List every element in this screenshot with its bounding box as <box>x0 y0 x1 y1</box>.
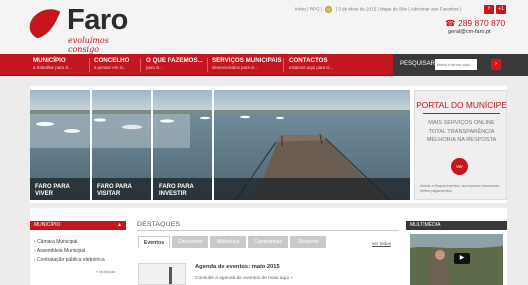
tile-faro-investir[interactable]: FARO PARA INVESTIR <box>159 184 194 198</box>
link-contratacao-publica[interactable]: Contratação pública eletrónica <box>34 257 105 263</box>
portal-benefits: MAIS SERVIÇOS ONLINE TOTAL TRANSPARÊNCIA… <box>426 120 497 143</box>
faro-logo[interactable]: Faro evoluímos consigo <box>26 4 136 54</box>
facebook-icon[interactable]: f <box>484 5 494 14</box>
destaques-divider <box>137 230 399 231</box>
portal-divider <box>423 113 500 114</box>
tile-divider <box>90 90 92 200</box>
site-header: Faro evoluímos consigo Início | RPG | | … <box>0 0 528 54</box>
phone-icon: ☎ <box>445 18 456 28</box>
toplinks-right[interactable]: | 3 de Maio de 2015 | Mapa do Site | Adi… <box>336 7 461 12</box>
search-input[interactable] <box>435 59 477 70</box>
nav-item-municipio[interactable]: MUNICÍPIO a trabalhar para si... <box>33 57 72 70</box>
toplinks-left[interactable]: Início | RPG | <box>295 7 322 12</box>
tab-campanhas[interactable]: Campanhas <box>248 236 288 248</box>
link-assembleia-municipal[interactable]: Assembleia Municipal <box>34 248 85 254</box>
tab-desporto[interactable]: Desporto <box>290 236 326 248</box>
link-camara-municipal[interactable]: Câmara Municipal <box>34 239 77 245</box>
search-bar: PESQUISAR › <box>393 54 528 76</box>
content-section: MUNICÍPIO ▲ Câmara Municipal Assembleia … <box>30 208 507 285</box>
logo-mark-icon <box>29 9 61 39</box>
nav-divider <box>283 58 284 72</box>
nav-item-concelho[interactable]: CONCELHO a pensar em si... <box>94 57 129 70</box>
event-thumbnail[interactable] <box>138 263 186 285</box>
event-description[interactable]: Consulte a agenda de eventos de maio aqu… <box>195 276 293 281</box>
tab-biblioteca[interactable]: Biblioteca <box>210 236 246 248</box>
nav-item-contactos[interactable]: CONTACTOS estamos aqui para si... <box>289 57 333 70</box>
nav-divider <box>207 58 208 72</box>
event-title[interactable]: Agenda de eventos: maio 2015 <box>195 264 280 270</box>
search-label: PESQUISAR <box>400 61 436 67</box>
tile-faro-visitar[interactable]: FARO PARA VISITAR <box>97 184 132 198</box>
municipio-more-link[interactable]: » Município <box>96 270 115 274</box>
destaques-title: DESTAQUES <box>137 221 181 228</box>
google-plus-icon[interactable]: +1 <box>496 5 506 14</box>
portal-title: PORTAL DO MUNÍCIPE <box>416 100 507 110</box>
logo-text: Faro <box>67 4 128 36</box>
multimedia-header: MULTIMÉDIA <box>406 221 507 230</box>
search-button[interactable]: › <box>491 59 501 70</box>
multimedia-video[interactable]: ▶ <box>410 234 503 285</box>
municipio-header[interactable]: MUNICÍPIO ▲ <box>30 221 126 230</box>
email-address[interactable]: geral@cm-faro.pt <box>448 29 491 35</box>
tile-divider <box>151 90 153 200</box>
tab-eventos[interactable]: Eventos <box>138 236 170 248</box>
tile-divider <box>212 90 214 200</box>
nav-divider <box>89 58 90 72</box>
portal-ver-button[interactable]: Ver <box>451 158 468 175</box>
logo-tagline: evoluímos consigo <box>68 36 109 54</box>
portal-footer-text: Aceda a Requerimentos, acompanhe process… <box>420 184 500 193</box>
tile-faro-viver[interactable]: FARO PARA VIVER <box>35 184 70 198</box>
nav-item-servicos-municipais[interactable]: SERVIÇOS MUNICIPAIS desenvolvidos para s… <box>212 57 282 70</box>
hero-banner: FARO PARA VIVER FARO PARA VISITAR FARO P… <box>30 90 410 200</box>
ver-todos-link[interactable]: ver todos <box>372 241 391 246</box>
ria-formosa-photo <box>30 90 410 200</box>
phone-number: ☎ 289 870 870 <box>445 18 506 28</box>
tab-concursos[interactable]: Concursos <box>172 236 208 248</box>
play-icon[interactable]: ▶ <box>454 253 470 264</box>
feature-panel: FARO PARA VIVER FARO PARA VISITAR FARO P… <box>30 86 507 203</box>
nav-item-o-que-fazemos[interactable]: O QUE FAZEMOS... para si... <box>146 57 203 70</box>
portal-municipe-box[interactable]: PORTAL DO MUNÍCIPE MAIS SERVIÇOS ONLINE … <box>414 90 507 200</box>
thumbnail-figure <box>169 267 172 284</box>
collapse-arrow-icon[interactable]: ▲ <box>117 221 122 230</box>
globe-icon[interactable] <box>325 6 333 13</box>
nav-divider <box>140 58 141 72</box>
top-links[interactable]: Início | RPG | | 3 de Maio de 2015 | Map… <box>295 6 461 13</box>
